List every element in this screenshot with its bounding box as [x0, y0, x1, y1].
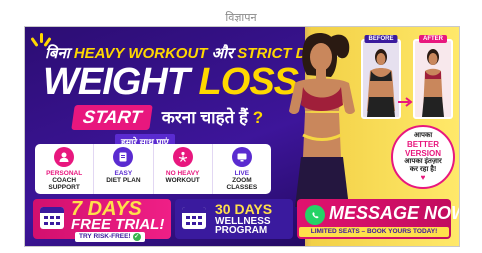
headline-workout: HEAVY WORKOUT	[73, 45, 208, 62]
before-photo: BEFORE	[361, 35, 401, 119]
feature-line: PERSONAL	[46, 170, 83, 177]
feature-line: DIET PLAN	[106, 177, 141, 184]
message-now-button[interactable]: MESSAGE NOW! LIMITED SEATS – BOOK YOURS …	[297, 199, 459, 239]
yoga-icon	[172, 147, 193, 167]
cta-row: 7 DAYS FREE TRIAL! TRY RISK-FREE! ✓ 30 DA…	[33, 199, 459, 242]
ad-label: विज्ञापन	[225, 12, 257, 24]
feature-line: WORKOUT	[165, 177, 200, 184]
start-rest: करना चाहते हैं ?	[162, 105, 263, 128]
check-icon: ✓	[132, 233, 141, 241]
start-rest-text: करना चाहते हैं	[161, 108, 249, 127]
title-weight: WEIGHT	[43, 61, 190, 103]
feature-personal-coach: PERSONAL COACH SUPPORT	[35, 144, 95, 194]
features-panel: PERSONAL COACH SUPPORT EASY DIET PLAN NO…	[35, 144, 271, 194]
start-row: START करना चाहते हैं ?	[71, 105, 263, 130]
bubble-line: VERSION	[404, 149, 441, 158]
arrow-right-icon	[398, 97, 413, 107]
wellness-program-button[interactable]: 30 DAYS WELLNESS PROGRAM	[175, 199, 293, 239]
after-label: AFTER	[419, 35, 447, 43]
weight-loss-title: WEIGHT LOSS	[43, 61, 299, 103]
headline-text-mid: और	[207, 45, 238, 62]
calendar-icon	[182, 207, 206, 229]
diet-plan-icon	[113, 147, 134, 167]
calendar-icon	[40, 207, 64, 229]
before-figure	[367, 49, 395, 117]
after-figure	[422, 49, 444, 117]
risk-free-tag: TRY RISK-FREE! ✓	[75, 232, 145, 242]
zoom-class-icon	[231, 147, 252, 167]
limited-seats-text: LIMITED SEATS – BOOK YOURS TODAY!	[299, 227, 449, 237]
heart-icon: ♥	[420, 173, 426, 182]
bubble-line: आपका इंतज़ार	[404, 158, 442, 165]
start-pill: START	[71, 105, 154, 130]
risk-free-text: TRY RISK-FREE!	[79, 233, 131, 240]
feature-line: LIVE	[234, 170, 250, 177]
ad-banner[interactable]: बिना HEAVY WORKOUT और STRICT DIET के WEI…	[24, 26, 460, 247]
better-version-bubble: आपका BETTER VERSION आपका इंतज़ार कर रहा …	[391, 125, 455, 189]
bubble-line: BETTER	[407, 140, 439, 149]
coach-icon	[54, 147, 75, 167]
fitness-woman-image	[289, 33, 355, 207]
program-line: PROGRAM	[215, 225, 268, 236]
headline-text-pre: बिना	[45, 45, 74, 62]
free-trial-button[interactable]: 7 DAYS FREE TRIAL! TRY RISK-FREE! ✓	[33, 199, 171, 242]
after-photo: AFTER	[413, 35, 453, 119]
feature-line: ZOOM	[232, 177, 252, 184]
feature-line: CLASSES	[226, 184, 258, 191]
feature-live-zoom: LIVE ZOOM CLASSES	[213, 144, 271, 194]
feature-no-heavy-workout: NO HEAVY WORKOUT	[154, 144, 213, 194]
feature-line: NO HEAVY	[165, 170, 200, 177]
feature-line: EASY	[114, 170, 133, 177]
bubble-line: आपका	[413, 132, 433, 139]
before-label: BEFORE	[364, 35, 398, 43]
feature-line: COACH	[52, 177, 77, 184]
feature-line: SUPPORT	[48, 184, 80, 191]
whatsapp-icon	[305, 205, 325, 225]
feature-diet-plan: EASY DIET PLAN	[94, 144, 154, 194]
question-mark: ?	[252, 108, 264, 127]
program-days: 30 DAYS	[215, 201, 273, 217]
trial-text: FREE TRIAL!	[71, 216, 165, 233]
message-now-text: MESSAGE NOW!	[329, 203, 460, 223]
